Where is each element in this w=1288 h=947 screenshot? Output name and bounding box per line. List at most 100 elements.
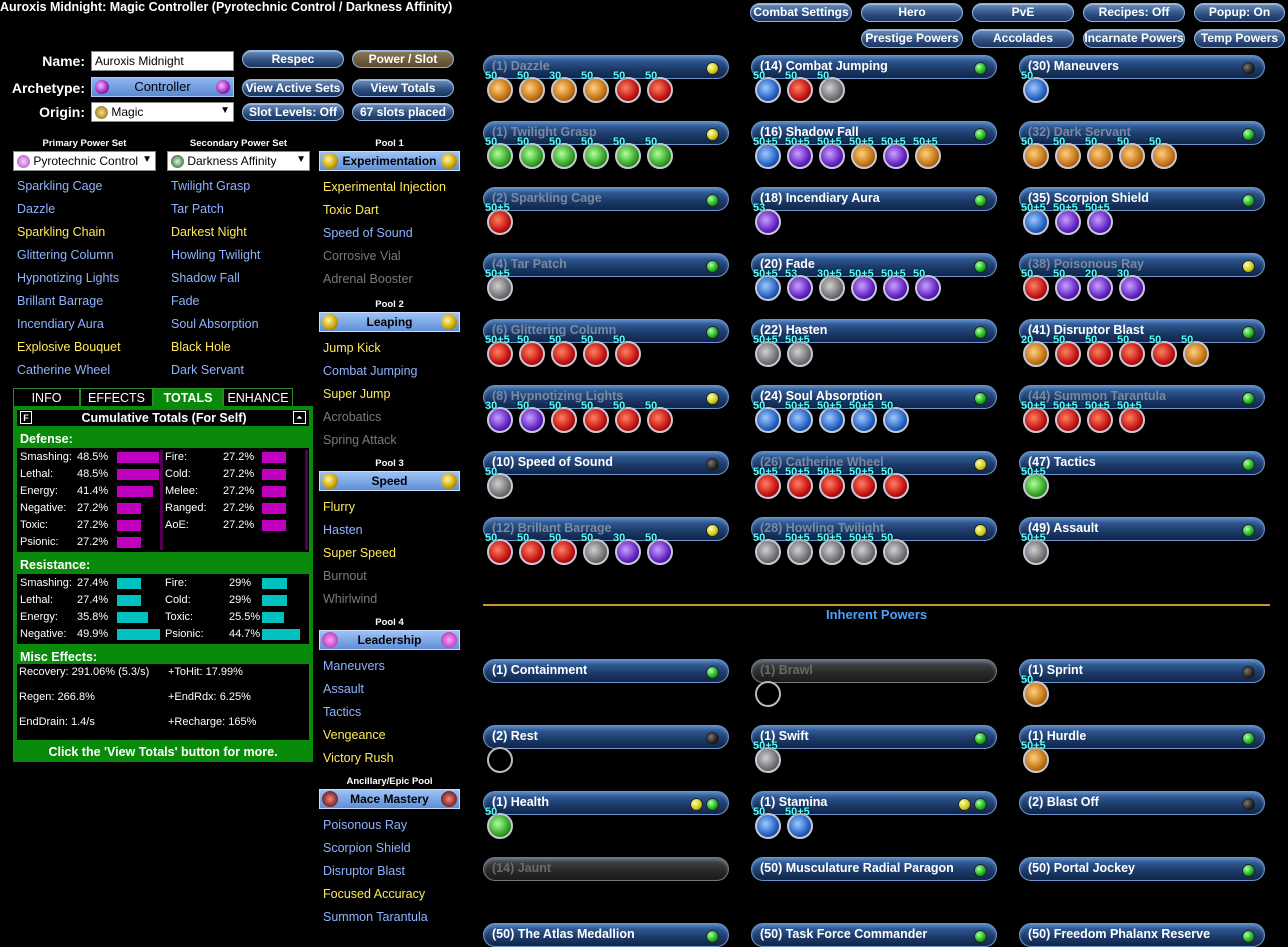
- enhancement-slot[interactable]: 50+5: [1117, 400, 1145, 433]
- enhancement-slot[interactable]: 30: [1117, 268, 1145, 301]
- enhancement-slot[interactable]: 50+5: [753, 740, 781, 773]
- enhancement-slot[interactable]: 50: [753, 400, 781, 433]
- enhancement-slot[interactable]: 50: [517, 334, 545, 367]
- pool-power-vengeance[interactable]: Vengeance: [323, 728, 386, 742]
- power-toggle-indicator[interactable]: [1242, 260, 1255, 273]
- enhancement-slot[interactable]: 50: [1181, 334, 1209, 367]
- tab-effects[interactable]: EFFECTS: [80, 388, 153, 407]
- pool-power-combat-jumping[interactable]: Combat Jumping: [323, 364, 418, 378]
- enhancement-slot[interactable]: 50: [581, 400, 609, 433]
- power-slot-blast-off[interactable]: (2) Blast Off: [1019, 791, 1265, 815]
- enhancement-slot[interactable]: 53: [785, 268, 813, 301]
- secondary-power-twilight-grasp[interactable]: Twilight Grasp: [171, 179, 250, 193]
- hero-button[interactable]: Hero: [861, 3, 963, 22]
- pool-power-victory-rush[interactable]: Victory Rush: [323, 751, 394, 765]
- power-toggle-indicator[interactable]: [1242, 128, 1255, 141]
- enhancement-slot[interactable]: 50: [913, 268, 941, 301]
- tab-info[interactable]: INFO: [13, 388, 80, 407]
- enhancement-slot[interactable]: 50: [549, 532, 577, 565]
- power-slot-health[interactable]: (1) Health: [483, 791, 729, 815]
- enhancement-slot[interactable]: 50: [1149, 136, 1177, 169]
- enhancement-slot[interactable]: 50: [1085, 136, 1113, 169]
- power-toggle-indicator[interactable]: [974, 392, 987, 405]
- enhancement-slot[interactable]: 50+5: [1085, 202, 1113, 235]
- power-slot-swift[interactable]: (1) Swift: [751, 725, 997, 749]
- enhancement-slot[interactable]: 50: [881, 400, 909, 433]
- power-toggle-indicator[interactable]: [706, 732, 719, 745]
- pool-power-spring-attack[interactable]: Spring Attack: [323, 433, 397, 447]
- enhancement-slot[interactable]: 50+5: [785, 532, 813, 565]
- origin-select[interactable]: Magic ▼: [91, 102, 234, 122]
- pool-power-focused-accuracy[interactable]: Focused Accuracy: [323, 887, 425, 901]
- enhancement-slot[interactable]: 50+5: [881, 268, 909, 301]
- pool-power-maneuvers[interactable]: Maneuvers: [323, 659, 385, 673]
- power-slot-musculature-radial-paragon[interactable]: (50) Musculature Radial Paragon: [751, 857, 997, 881]
- enhancement-slot[interactable]: [755, 681, 781, 707]
- power-slot-portal-jockey[interactable]: (50) Portal Jockey: [1019, 857, 1265, 881]
- power-slot-task-force-commander[interactable]: (50) Task Force Commander: [751, 923, 997, 947]
- enhancement-slot[interactable]: 50: [485, 136, 513, 169]
- power-toggle-indicator[interactable]: [706, 326, 719, 339]
- pool-power-super-speed[interactable]: Super Speed: [323, 546, 396, 560]
- enhancement-slot[interactable]: 50: [1117, 334, 1145, 367]
- power-toggle-indicator[interactable]: [1242, 458, 1255, 471]
- secondary-power-black-hole[interactable]: Black Hole: [171, 340, 231, 354]
- enhancement-slot[interactable]: 50+5: [817, 466, 845, 499]
- enhancement-slot[interactable]: 50+5: [849, 136, 877, 169]
- power-slot-containment[interactable]: (1) Containment: [483, 659, 729, 683]
- pve-button[interactable]: PvE: [972, 3, 1074, 22]
- slot-levels-off-button[interactable]: Slot Levels: Off: [242, 103, 344, 121]
- power-slot-sparkling-cage[interactable]: (2) Sparkling Cage: [483, 187, 729, 211]
- pool-power-toxic-dart[interactable]: Toxic Dart: [323, 203, 379, 217]
- enhancement-slot[interactable]: 50+5: [785, 136, 813, 169]
- enhancement-slot[interactable]: 30: [549, 70, 577, 103]
- enhancement-slot[interactable]: 50+5: [485, 334, 513, 367]
- power-toggle-indicator[interactable]: [974, 524, 987, 537]
- combat-settings-button[interactable]: Combat Settings: [750, 3, 852, 22]
- tab-enhance[interactable]: ENHANCE: [223, 388, 293, 407]
- power-slot-speed-of-sound[interactable]: (10) Speed of Sound: [483, 451, 729, 475]
- enhancement-slot[interactable]: 50+5: [785, 400, 813, 433]
- enhancement-slot[interactable]: 20: [1085, 268, 1113, 301]
- pool-power-assault[interactable]: Assault: [323, 682, 364, 696]
- enhancement-slot[interactable]: 50+5: [849, 268, 877, 301]
- power-toggle-indicator[interactable]: [1242, 194, 1255, 207]
- enhancement-slot[interactable]: 50: [645, 400, 673, 433]
- power-toggle-indicator[interactable]: [706, 392, 719, 405]
- enhancement-slot[interactable]: [487, 747, 513, 773]
- enhancement-slot[interactable]: 50+5: [485, 268, 513, 301]
- power-toggle-indicator[interactable]: [1242, 392, 1255, 405]
- pool-power-experimental-injection[interactable]: Experimental Injection: [323, 180, 446, 194]
- pool-power-poisonous-ray[interactable]: Poisonous Ray: [323, 818, 407, 832]
- enhancement-slot[interactable]: 50+5: [849, 466, 877, 499]
- power-toggle-indicator[interactable]: [974, 260, 987, 273]
- enhancement-slot[interactable]: 50+5: [1021, 400, 1049, 433]
- secondary-power-darkest-night[interactable]: Darkest Night: [171, 225, 247, 239]
- power-toggle-indicator[interactable]: [706, 798, 719, 811]
- enhancement-slot[interactable]: 50: [1085, 334, 1113, 367]
- enhancement-slot[interactable]: 50: [613, 70, 641, 103]
- enhancement-slot[interactable]: 30: [485, 400, 513, 433]
- view-active-sets-button[interactable]: View Active Sets: [242, 79, 344, 97]
- enhancement-slot[interactable]: 50: [581, 532, 609, 565]
- power-toggle-indicator[interactable]: [706, 930, 719, 943]
- enhancement-slot[interactable]: 50+5: [1021, 740, 1049, 773]
- enhancement-slot[interactable]: 50: [1021, 674, 1049, 707]
- enhancement-slot[interactable]: 50: [549, 136, 577, 169]
- enhancement-slot[interactable]: 50+5: [849, 532, 877, 565]
- power-toggle-indicator[interactable]: [1242, 930, 1255, 943]
- power-toggle-indicator[interactable]: [974, 128, 987, 141]
- power-toggle-indicator[interactable]: [974, 798, 987, 811]
- enhancement-slot[interactable]: 50: [485, 466, 513, 499]
- enhancement-slot[interactable]: 50+5: [785, 334, 813, 367]
- archetype-select[interactable]: Controller: [91, 77, 234, 97]
- power-slot-button[interactable]: Power / Slot: [352, 50, 454, 68]
- enhancement-slot[interactable]: 50+5: [1053, 202, 1081, 235]
- enhancement-slot[interactable]: 50: [581, 70, 609, 103]
- pool-power-corrosive-vial[interactable]: Corrosive Vial: [323, 249, 401, 263]
- enhancement-slot[interactable]: 50: [549, 400, 577, 433]
- tab-totals[interactable]: TOTALS: [153, 388, 223, 407]
- enhancement-slot[interactable]: 50: [1053, 268, 1081, 301]
- pool-power-acrobatics[interactable]: Acrobatics: [323, 410, 381, 424]
- enhancement-slot[interactable]: 53: [753, 202, 781, 235]
